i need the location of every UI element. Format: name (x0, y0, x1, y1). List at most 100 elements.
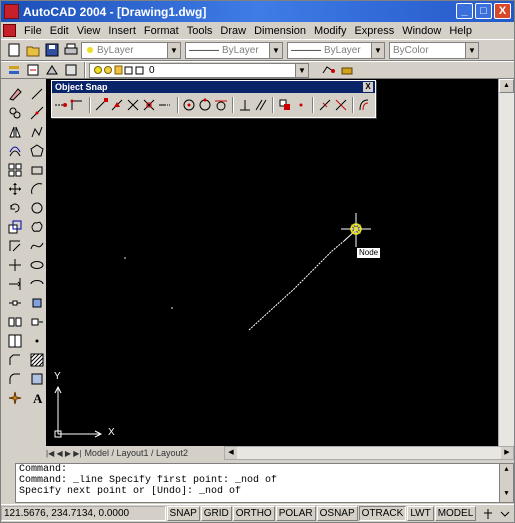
hatch-icon[interactable] (28, 351, 46, 369)
menu-window[interactable]: Window (398, 25, 445, 37)
extend-icon[interactable] (6, 275, 24, 293)
menu-edit[interactable]: Edit (46, 25, 73, 37)
model-toggle[interactable]: MODEL (434, 506, 477, 521)
chamfer-icon[interactable] (6, 351, 24, 369)
minimize-button[interactable]: _ (456, 3, 473, 19)
save-icon[interactable] (43, 41, 61, 59)
snap-parallel-icon[interactable] (253, 96, 268, 114)
array-icon[interactable] (6, 161, 24, 179)
lwt-toggle[interactable]: LWT (407, 506, 434, 521)
communication-center-icon[interactable] (480, 505, 496, 523)
point-icon[interactable] (28, 332, 46, 350)
snap-endpoint-icon[interactable] (94, 96, 109, 114)
document-icon[interactable] (3, 24, 16, 37)
menu-dimension[interactable]: Dimension (250, 25, 310, 37)
linetype-control[interactable]: ——— ByLayer ▼ (185, 41, 283, 59)
stretch-icon[interactable] (6, 237, 24, 255)
status-menu-icon[interactable] (497, 505, 513, 523)
snap-quadrant-icon[interactable] (198, 96, 213, 114)
osnap-toggle[interactable]: OSNAP (316, 506, 358, 521)
tab-labels[interactable]: Model / Layout1 / Layout2 (84, 448, 188, 458)
line-icon[interactable] (28, 85, 46, 103)
drawn-line[interactable] (248, 240, 345, 331)
coordinate-display[interactable]: 121.5676, 234.7134, 0.0000 (1, 506, 166, 521)
scroll-left-arrow[interactable]: ◀ (225, 447, 237, 459)
layer-state-icon[interactable] (62, 61, 80, 79)
menu-modify[interactable]: Modify (310, 25, 350, 37)
snap-from-icon[interactable] (70, 96, 85, 114)
layer-state-combo[interactable]: 0 ▼ (89, 62, 309, 78)
snap-tangent-icon[interactable] (213, 96, 228, 114)
menu-express[interactable]: Express (350, 25, 398, 37)
layer-previous-icon[interactable] (338, 61, 356, 79)
join-icon[interactable] (6, 332, 24, 350)
vertical-scrollbar[interactable]: ▲ (498, 79, 514, 446)
menu-help[interactable]: Help (445, 25, 476, 37)
title-bar[interactable]: AutoCAD 2004 - [Drawing1.dwg] _ □ X (1, 1, 514, 22)
circle-icon[interactable] (28, 199, 46, 217)
copy-icon[interactable] (6, 104, 24, 122)
menu-draw[interactable]: Draw (216, 25, 250, 37)
fillet-icon[interactable] (6, 370, 24, 388)
make-current-icon[interactable] (319, 61, 337, 79)
open-icon[interactable] (24, 41, 42, 59)
menu-view[interactable]: View (73, 25, 105, 37)
osnap-settings-icon[interactable] (357, 96, 372, 114)
maximize-button[interactable]: □ (475, 3, 492, 19)
layout-tabs[interactable]: |◀ ◀ ▶ ▶| Model / Layout1 / Layout2 (46, 446, 224, 460)
snap-nearest-icon[interactable] (317, 96, 332, 114)
scroll-up-arrow[interactable]: ▲ (499, 79, 514, 93)
snap-apparent-intersection-icon[interactable] (142, 96, 157, 114)
autocad-app-icon[interactable] (4, 4, 19, 19)
node-point[interactable] (124, 257, 126, 259)
break-icon[interactable] (6, 313, 24, 331)
snap-perpendicular-icon[interactable] (237, 96, 252, 114)
revision-cloud-icon[interactable] (28, 218, 46, 236)
color-dropdown-arrow[interactable]: ▼ (465, 42, 478, 58)
region-icon[interactable] (28, 370, 46, 388)
color-control[interactable]: ByColor ▼ (389, 41, 479, 59)
trim-icon[interactable] (6, 256, 24, 274)
command-prompt-line[interactable]: Specify next point or [Undo]: _nod of (16, 486, 513, 497)
temp-tracking-icon[interactable] (54, 96, 69, 114)
ortho-toggle[interactable]: ORTHO (232, 506, 275, 521)
snap-node-icon[interactable] (293, 96, 308, 114)
offset-icon[interactable] (6, 142, 24, 160)
command-window[interactable]: Command: Command: _line Specify first po… (15, 463, 514, 503)
close-button[interactable]: X (494, 3, 511, 19)
grid-toggle[interactable]: GRID (200, 506, 232, 521)
object-snap-close-button[interactable]: X (363, 82, 373, 92)
make-block-icon[interactable] (28, 313, 46, 331)
erase-icon[interactable] (6, 85, 24, 103)
rectangle-icon[interactable] (28, 161, 46, 179)
command-scroll-up-arrow[interactable]: ▲ (500, 464, 513, 476)
spline-icon[interactable] (28, 237, 46, 255)
snap-toggle[interactable]: SNAP (166, 506, 200, 521)
snap-extension-icon[interactable] (158, 96, 173, 114)
layer-dropdown-arrow[interactable]: ▼ (167, 42, 180, 58)
snap-intersection-icon[interactable] (126, 96, 141, 114)
command-scrollbar[interactable]: ▲ ▼ (499, 464, 513, 502)
construction-line-icon[interactable] (28, 104, 46, 122)
explode-icon[interactable] (6, 389, 24, 407)
snap-center-icon[interactable] (182, 96, 197, 114)
arc-icon[interactable] (28, 180, 46, 198)
move-icon[interactable] (6, 180, 24, 198)
linetype-dropdown-arrow[interactable]: ▼ (269, 42, 282, 58)
scroll-right-arrow[interactable]: ▶ (501, 447, 513, 459)
otrack-toggle[interactable]: OTRACK (358, 506, 407, 521)
ellipse-icon[interactable] (28, 256, 46, 274)
object-snap-toolbar[interactable]: Object Snap X (51, 80, 376, 118)
previous-layer-icon[interactable] (43, 61, 61, 79)
command-scroll-down-arrow[interactable]: ▼ (500, 488, 513, 500)
rotate-icon[interactable] (6, 199, 24, 217)
snap-midpoint-icon[interactable] (110, 96, 125, 114)
layer-control[interactable]: ByLayer ▼ (81, 41, 181, 59)
node-point[interactable] (171, 307, 173, 309)
print-icon[interactable] (62, 41, 80, 59)
menu-insert[interactable]: Insert (104, 25, 140, 37)
new-icon[interactable] (5, 41, 23, 59)
layer-state-arrow[interactable]: ▼ (295, 63, 308, 77)
tab-nav-arrows[interactable]: |◀ ◀ ▶ ▶| (46, 449, 81, 458)
mirror-icon[interactable] (6, 123, 24, 141)
